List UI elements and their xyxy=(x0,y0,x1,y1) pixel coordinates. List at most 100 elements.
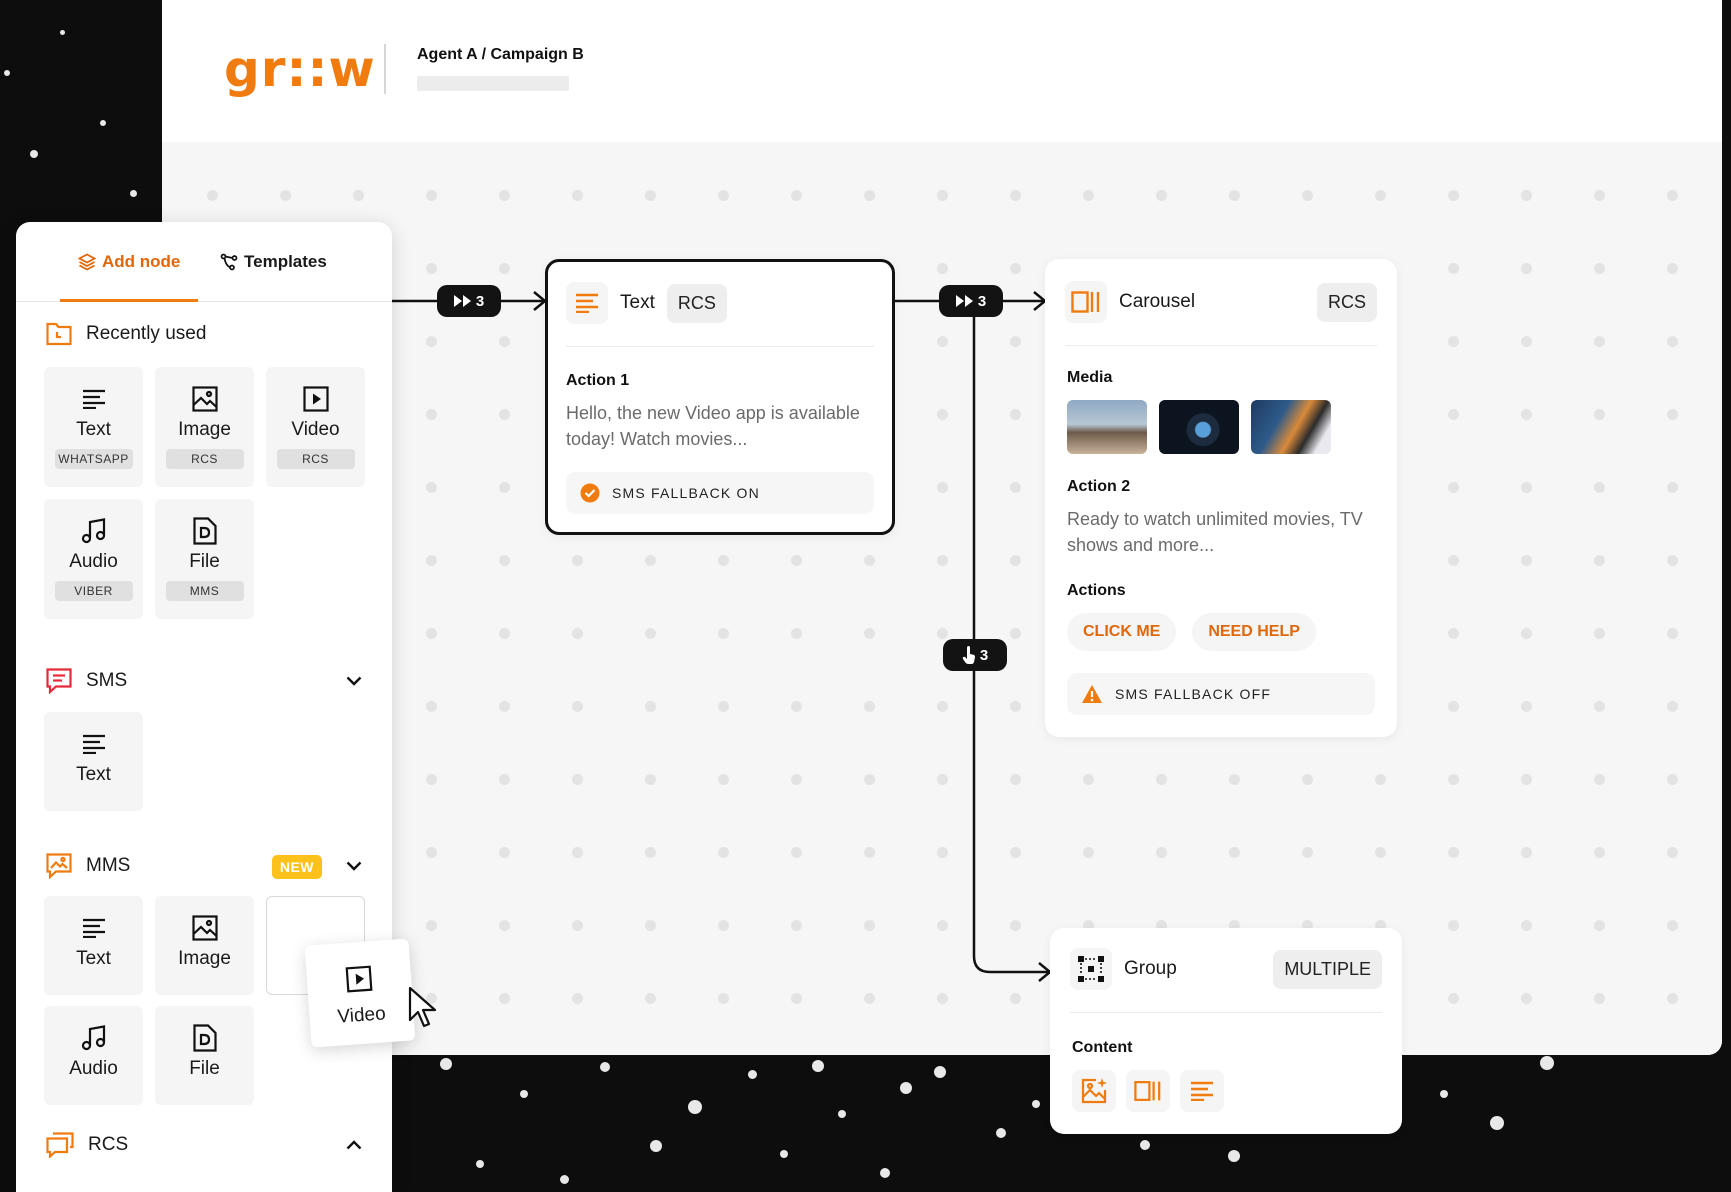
logo[interactable]: gr::w xyxy=(224,40,376,98)
tile-label: File xyxy=(189,551,220,572)
audio-icon xyxy=(81,1024,107,1052)
connector-pill-1[interactable]: 3 xyxy=(437,285,501,317)
section-label: Recently used xyxy=(86,323,207,344)
tile-image-rcs[interactable]: Image RCS xyxy=(155,367,254,487)
chevron-down-icon[interactable] xyxy=(346,676,362,686)
file-icon xyxy=(192,517,217,545)
text-lines-icon xyxy=(82,914,106,942)
mouse-pointer-icon xyxy=(408,986,437,1028)
tile-channel-badge: WHATSAPP xyxy=(54,449,133,469)
node-title: Carousel xyxy=(1119,291,1196,312)
chevron-up-icon[interactable] xyxy=(346,1140,362,1150)
media-thumbnail-3[interactable] xyxy=(1251,400,1331,454)
tile-channel-badge: MMS xyxy=(165,581,244,601)
tap-hand-icon xyxy=(962,646,975,664)
tile-label: File xyxy=(189,1058,220,1079)
text-lines-icon xyxy=(82,385,106,413)
sms-fallback-status[interactable]: SMS FALLBACK OFF xyxy=(1067,673,1375,715)
action-label: Action 1 xyxy=(566,372,630,389)
logo-separator xyxy=(384,44,386,94)
media-thumbnail-1[interactable] xyxy=(1067,400,1147,454)
flow-branch-icon xyxy=(220,253,238,271)
tile-mms-image[interactable]: Image xyxy=(155,896,254,995)
fallback-label: SMS FALLBACK ON xyxy=(612,485,760,501)
action-label: Action 2 xyxy=(1067,478,1131,495)
tile-channel-badge: RCS xyxy=(165,449,244,469)
active-tab-indicator xyxy=(60,299,198,302)
media-label: Media xyxy=(1067,369,1113,386)
tile-label: Audio xyxy=(69,551,118,572)
tab-templates[interactable]: Templates xyxy=(220,252,327,272)
tile-audio-viber[interactable]: Audio VIBER xyxy=(44,499,143,619)
connector-pill-2[interactable]: 3 xyxy=(939,285,1003,317)
text-lines-icon[interactable] xyxy=(1180,1070,1224,1112)
channel-chip: RCS xyxy=(666,283,727,323)
sms-fallback-status[interactable]: SMS FALLBACK ON xyxy=(566,472,874,514)
tile-label: Audio xyxy=(69,1058,118,1079)
channel-chip: RCS xyxy=(1316,282,1377,322)
chevron-down-icon[interactable] xyxy=(346,861,362,871)
tile-sms-text[interactable]: Text xyxy=(44,712,143,811)
image-sparkle-icon[interactable] xyxy=(1072,1070,1116,1112)
section-rcs[interactable]: RCS xyxy=(46,1132,362,1158)
check-circle-icon xyxy=(580,483,600,503)
content-label: Content xyxy=(1072,1039,1133,1056)
node-divider xyxy=(1065,345,1377,346)
flow-canvas[interactable] xyxy=(162,142,1722,1055)
carousel-icon[interactable] xyxy=(1126,1070,1170,1112)
tab-label: Templates xyxy=(244,252,327,271)
connector-count: 3 xyxy=(977,292,987,310)
image-icon xyxy=(191,385,218,413)
file-icon xyxy=(192,1024,217,1052)
sms-bubble-icon xyxy=(46,668,72,694)
recent-folder-icon xyxy=(46,322,72,346)
channel-chip: MULTIPLE xyxy=(1273,949,1382,989)
connector-count: 3 xyxy=(475,292,485,310)
audio-icon xyxy=(81,517,107,545)
tile-label: Video xyxy=(336,1003,387,1028)
tile-channel-badge: RCS xyxy=(276,449,355,469)
group-node[interactable]: Group MULTIPLE Content xyxy=(1050,928,1402,1134)
tile-label: Image xyxy=(178,419,231,440)
dragging-video-tile[interactable]: Video xyxy=(304,938,416,1048)
video-icon xyxy=(345,965,373,998)
node-library-panel: Add node Templates Recently used Text WH… xyxy=(16,222,392,1192)
message-preview: Ready to watch unlimited movies, TV show… xyxy=(1067,509,1363,555)
connector-pill-3[interactable]: 3 xyxy=(943,639,1007,671)
panel-tabs: Add node Templates xyxy=(16,222,392,302)
rcs-chat-icon xyxy=(46,1132,74,1158)
group-select-icon xyxy=(1070,948,1112,990)
section-sms[interactable]: SMS xyxy=(46,668,362,694)
tile-label: Text xyxy=(76,948,111,969)
tile-mms-audio[interactable]: Audio xyxy=(44,1006,143,1105)
node-title: Group xyxy=(1124,958,1177,979)
text-node[interactable]: Text RCS Action 1 Hello, the new Video a… xyxy=(545,259,895,535)
tile-mms-text[interactable]: Text xyxy=(44,896,143,995)
tile-file-mms[interactable]: File MMS xyxy=(155,499,254,619)
click-me-button[interactable]: CLICK ME xyxy=(1067,613,1177,651)
carousel-node[interactable]: Carousel RCS Media Action 2 Ready to wat… xyxy=(1045,259,1397,737)
text-lines-icon xyxy=(566,282,608,324)
app-window: gr::w Agent A / Campaign B xyxy=(162,0,1722,1055)
text-lines-icon xyxy=(82,730,106,758)
fast-forward-icon xyxy=(955,295,973,307)
video-icon xyxy=(302,385,329,413)
tile-mms-file[interactable]: File xyxy=(155,1006,254,1105)
fallback-label: SMS FALLBACK OFF xyxy=(1115,686,1272,702)
tab-add-node[interactable]: Add node xyxy=(78,252,180,272)
section-recently-used: Recently used xyxy=(46,322,206,346)
layers-icon xyxy=(78,253,96,271)
tile-video-rcs[interactable]: Video RCS xyxy=(266,367,365,487)
actions-label: Actions xyxy=(1067,582,1126,599)
top-bar: gr::w Agent A / Campaign B xyxy=(162,0,1722,142)
tile-label: Text xyxy=(76,419,111,440)
fast-forward-icon xyxy=(453,295,471,307)
node-title: Text xyxy=(620,292,655,313)
need-help-button[interactable]: NEED HELP xyxy=(1192,613,1316,651)
tile-text-whatsapp[interactable]: Text WHATSAPP xyxy=(44,367,143,487)
new-badge: NEW xyxy=(271,855,322,879)
section-label: MMS xyxy=(86,855,131,876)
tile-label: Video xyxy=(291,419,340,440)
media-thumbnail-2[interactable] xyxy=(1159,400,1239,454)
breadcrumb[interactable]: Agent A / Campaign B xyxy=(417,46,584,64)
